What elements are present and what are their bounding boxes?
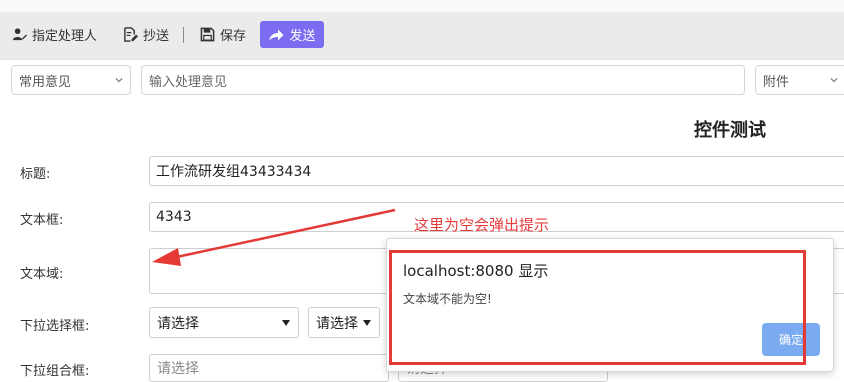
highlight-box — [389, 250, 806, 365]
annotation-text: 这里为空会弹出提示 — [414, 216, 550, 234]
send-label: 发送 — [289, 29, 316, 44]
chevron-down-icon — [115, 78, 123, 83]
send-button[interactable]: 发送 — [260, 21, 324, 48]
save-icon — [200, 27, 215, 42]
textarea-field-label: 文本域: — [20, 267, 64, 282]
title-input[interactable]: 工作流研发组43433434 — [149, 156, 844, 186]
cc-button[interactable]: 抄送 — [123, 22, 169, 47]
toolbar: 指定处理人 抄送 保存 发送 — [0, 12, 844, 60]
assign-handler-label: 指定处理人 — [32, 29, 98, 44]
dropdown-select-2-value: 请选择 — [316, 315, 358, 332]
dropdown-select-1-value: 请选择 — [157, 315, 199, 332]
cc-label: 抄送 — [143, 29, 170, 44]
form-title: 控件测试 — [694, 120, 766, 141]
dropdown-select-2[interactable]: 请选择 — [308, 307, 380, 338]
share-arrow-icon — [269, 29, 284, 41]
save-button[interactable]: 保存 — [200, 22, 246, 47]
combo-select-1-value: 请选择 — [157, 361, 199, 377]
dropdown-select-1[interactable]: 请选择 — [149, 307, 299, 338]
opinion-input[interactable]: 输入处理意见 — [141, 65, 745, 95]
common-opinion-select[interactable]: 常用意见 — [11, 65, 131, 95]
user-edit-icon — [12, 28, 27, 41]
combo-select-1[interactable]: 请选择 — [149, 354, 389, 382]
top-strip — [0, 0, 844, 12]
dropdown-field-label: 下拉选择框: — [20, 319, 90, 334]
caret-down-icon — [363, 319, 371, 326]
toolbar-divider — [183, 27, 184, 43]
attachment-select[interactable]: 附件 — [755, 65, 844, 95]
assign-handler-button[interactable]: 指定处理人 — [12, 22, 97, 47]
chevron-down-icon — [830, 78, 838, 83]
combo-field-label: 下拉组合框: — [20, 364, 90, 379]
title-field-label: 标题: — [20, 167, 51, 182]
document-edit-icon — [124, 27, 138, 42]
opinion-input-placeholder: 输入处理意见 — [149, 74, 228, 90]
common-opinion-placeholder: 常用意见 — [19, 74, 72, 90]
save-label: 保存 — [220, 29, 247, 44]
textbox-field-label: 文本框: — [20, 213, 64, 228]
caret-down-icon — [282, 319, 290, 326]
attachment-label: 附件 — [763, 74, 790, 90]
